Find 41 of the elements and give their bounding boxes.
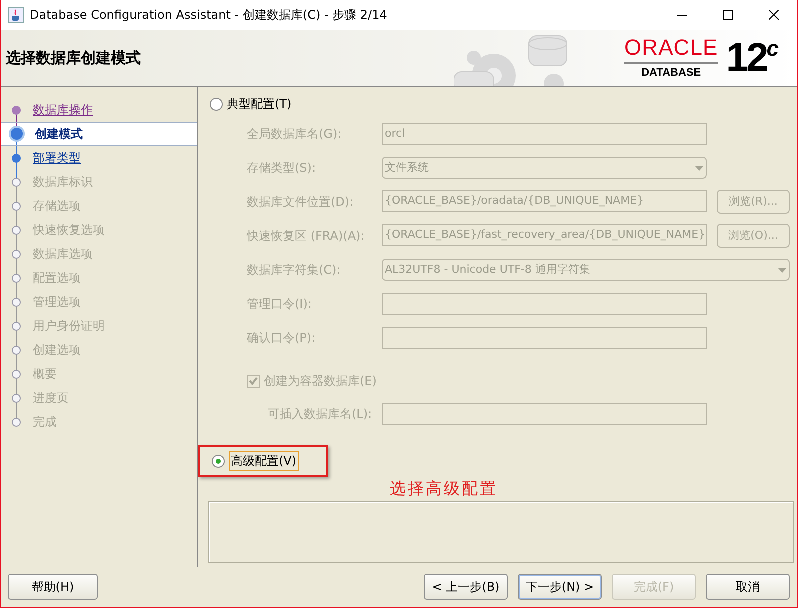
browse-button[interactable]: 浏览(R)...: [717, 190, 790, 214]
field-label: 确认口令(P):: [247, 330, 317, 347]
text-field[interactable]: orcl: [382, 123, 707, 145]
field-label: 快速恢复区 (FRA)(A):: [247, 228, 366, 245]
field-label: 全局数据库名(G):: [247, 126, 343, 143]
dialog-button[interactable]: < 上一步(B): [424, 574, 508, 600]
dialog-button[interactable]: 下一步(N) >: [518, 574, 602, 600]
step-item[interactable]: 部署类型: [1, 146, 197, 170]
step-item[interactable]: 数据库操作: [1, 98, 197, 122]
page-title: 选择数据库创建模式: [6, 48, 141, 69]
radio-label: 高级配置(V): [229, 451, 299, 471]
java-cup-icon: [8, 7, 24, 23]
annotation-text: 选择高级配置: [390, 479, 499, 499]
dropdown-arrow-icon: [695, 166, 704, 170]
dialog-button[interactable]: 取消: [706, 574, 790, 600]
dropdown-arrow-icon: [778, 268, 787, 272]
radio-label: 典型配置(T): [227, 96, 292, 113]
step-item[interactable]: 创建模式: [1, 122, 197, 146]
text-field[interactable]: [382, 293, 707, 315]
oracle-logo: ORACLE: [624, 37, 718, 64]
checkmark-icon: [249, 377, 258, 385]
window-title: Database Configuration Assistant - 创建数据库(C) - 步骤 2/14: [30, 7, 388, 24]
text-field[interactable]: [382, 327, 707, 349]
field-label: 管理口令(I):: [247, 296, 313, 313]
radio-button[interactable]: [212, 454, 225, 468]
close-icon: [769, 10, 779, 20]
checkbox[interactable]: [247, 374, 260, 388]
path-field[interactable]: {ORACLE_BASE}/fast_recovery_area/{DB_UNIQUE_NAME}: [382, 224, 707, 246]
product-name: DATABASE: [642, 68, 702, 79]
dropdown[interactable]: 文件系统: [382, 157, 707, 179]
browse-button[interactable]: 浏览(O)...: [717, 224, 790, 248]
field-label: 数据库字符集(C):: [247, 262, 342, 279]
checkbox-label: 创建为容器数据库(E): [264, 373, 377, 390]
radio-button[interactable]: [210, 98, 223, 110]
dropdown[interactable]: AL32UTF8 - Unicode UTF-8 通用字符集: [382, 259, 790, 281]
text-field[interactable]: [382, 403, 707, 425]
field-label: 可插入数据库名(L):: [268, 406, 374, 423]
field-label: 数据库文件位置(D):: [247, 194, 355, 211]
path-field[interactable]: {ORACLE_BASE}/oradata/{DB_UNIQUE_NAME}: [382, 190, 707, 212]
dialog-button[interactable]: 帮助(H): [8, 574, 98, 600]
field-label: 存储类型(S):: [247, 160, 318, 177]
